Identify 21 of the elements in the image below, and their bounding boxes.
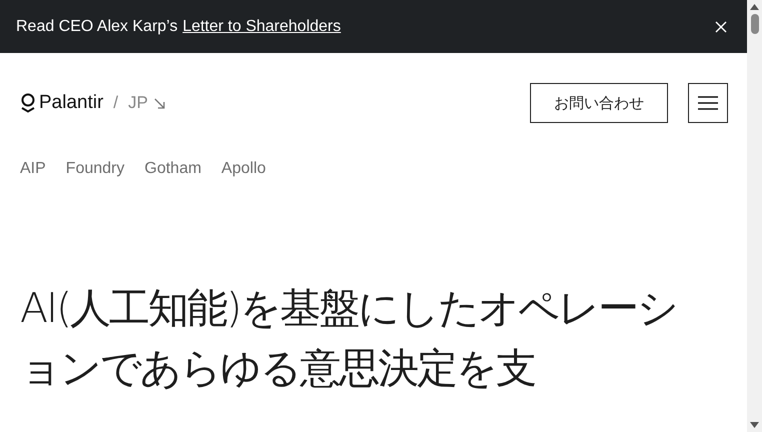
shareholder-letter-link[interactable]: Letter to Shareholders: [182, 18, 341, 36]
contact-button[interactable]: お問い合わせ: [530, 83, 668, 123]
scroll-up-icon[interactable]: [750, 4, 759, 10]
logo-icon: [20, 93, 36, 113]
close-button[interactable]: [713, 18, 729, 34]
menu-icon: [698, 96, 718, 110]
scrollbar[interactable]: [747, 0, 762, 432]
close-icon: [715, 20, 727, 32]
arrow-down-right-icon: [154, 98, 165, 108]
scroll-down-icon[interactable]: [750, 422, 759, 428]
nav-link[interactable]: AIP: [20, 160, 46, 178]
scrollbar-thumb[interactable]: [750, 14, 758, 34]
hero-headline: AI(人工知能)を基盤にしたオペレーションであらゆる意思決定を支: [20, 283, 678, 394]
nav-link[interactable]: Gotham: [144, 160, 202, 178]
separator: /: [113, 93, 118, 113]
menu-button[interactable]: [688, 83, 728, 123]
banner-text: Read CEO Alex Karp’s: [16, 18, 178, 36]
region-link[interactable]: JP: [128, 93, 148, 113]
logo-text[interactable]: Palantir: [39, 92, 104, 114]
nav-link[interactable]: Apollo: [221, 160, 266, 178]
nav-link[interactable]: Foundry: [66, 160, 124, 178]
